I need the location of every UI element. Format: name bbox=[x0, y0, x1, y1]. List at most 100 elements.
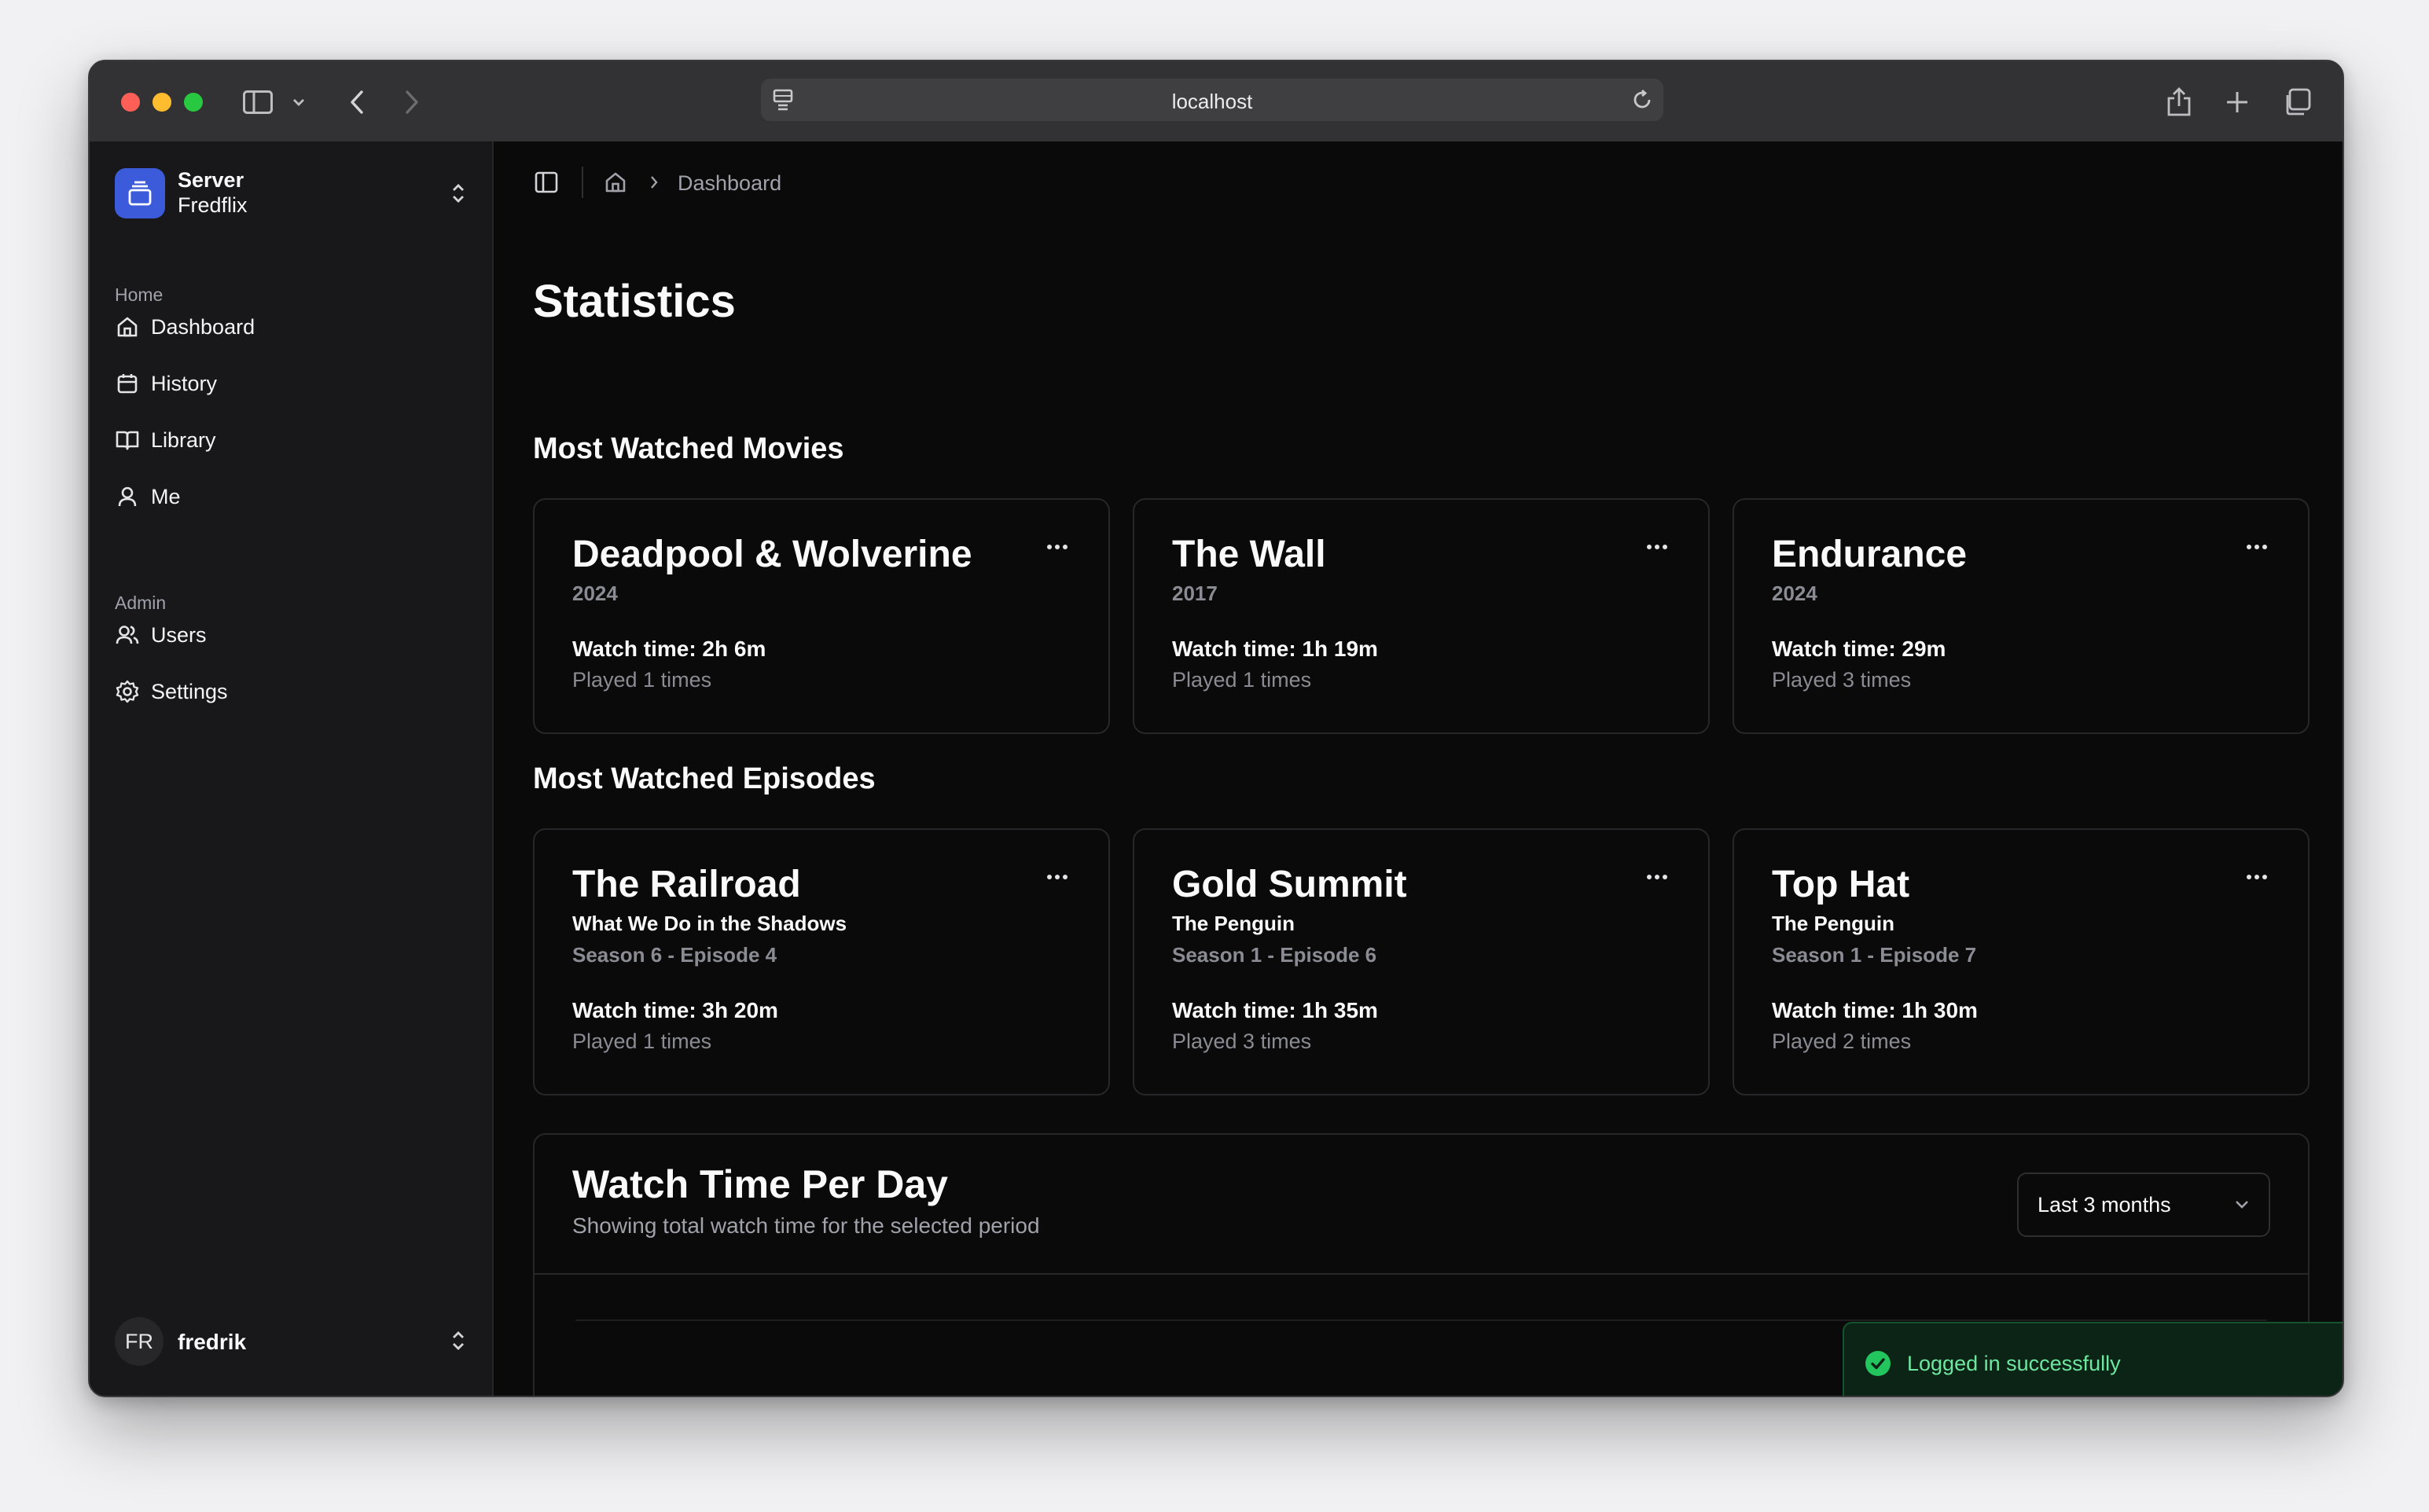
episodes-section-heading: Most Watched Episodes bbox=[533, 762, 876, 795]
nav-group-admin-label: Admin bbox=[115, 593, 167, 613]
user-name: fredrik bbox=[178, 1330, 247, 1354]
movie-title: Endurance bbox=[1772, 534, 1968, 575]
share-icon[interactable] bbox=[2163, 85, 2195, 119]
more-options-icon[interactable] bbox=[2243, 539, 2270, 555]
url-text: localhost bbox=[1171, 90, 1253, 113]
minimize-window-button[interactable] bbox=[153, 93, 171, 112]
sidebar-item-users[interactable]: Users bbox=[112, 611, 467, 659]
server-logo-icon bbox=[115, 168, 165, 218]
sidebar-item-me[interactable]: Me bbox=[112, 473, 467, 520]
movie-year: 2024 bbox=[1772, 582, 1817, 605]
time-range-value: Last 3 months bbox=[2038, 1193, 2171, 1217]
movie-year: 2017 bbox=[1172, 582, 1218, 605]
play-count: Played 2 times bbox=[1772, 1029, 1912, 1053]
calendar-icon bbox=[115, 371, 140, 396]
panel-toggle-icon[interactable] bbox=[533, 170, 560, 195]
user-icon bbox=[115, 484, 140, 509]
series-name: The Penguin bbox=[1172, 912, 1295, 935]
watch-time: Watch time: 3h 20m bbox=[572, 998, 778, 1022]
zoom-window-button[interactable] bbox=[184, 93, 203, 112]
episode-title: Top Hat bbox=[1772, 864, 1910, 905]
sidebar-item-label: Users bbox=[151, 622, 207, 647]
more-options-icon[interactable] bbox=[1644, 869, 1670, 885]
episode-card[interactable]: The Railroad What We Do in the Shadows S… bbox=[533, 828, 1110, 1095]
sidebar-item-history[interactable]: History bbox=[112, 360, 467, 407]
forward-icon[interactable] bbox=[398, 85, 426, 119]
browser-toolbar: localhost bbox=[90, 61, 2343, 141]
episode-number: Season 6 - Episode 4 bbox=[572, 943, 777, 967]
movies-section-heading: Most Watched Movies bbox=[533, 432, 844, 465]
episode-title: Gold Summit bbox=[1172, 864, 1407, 905]
movie-card[interactable]: The Wall 2017 Watch time: 1h 19m Played … bbox=[1133, 498, 1710, 734]
episode-title: The Railroad bbox=[572, 864, 801, 905]
nav-group-home-label: Home bbox=[115, 284, 164, 305]
movie-title: Deadpool & Wolverine bbox=[572, 534, 972, 575]
tab-overview-icon[interactable] bbox=[2281, 85, 2313, 119]
sidebar-item-label: Me bbox=[151, 484, 181, 508]
check-circle-icon bbox=[1865, 1351, 1891, 1376]
movie-year: 2024 bbox=[572, 582, 618, 605]
more-options-icon[interactable] bbox=[1644, 539, 1670, 555]
sidebar-item-dashboard[interactable]: Dashboard bbox=[112, 303, 467, 350]
success-toast: Logged in successfully bbox=[1843, 1322, 2343, 1396]
home-icon bbox=[115, 314, 140, 339]
page-title: Statistics bbox=[533, 276, 736, 327]
sidebar-item-label: Library bbox=[151, 428, 216, 452]
breadcrumb-current: Dashboard bbox=[678, 171, 782, 195]
close-window-button[interactable] bbox=[121, 93, 140, 112]
watch-time: Watch time: 1h 30m bbox=[1772, 998, 1978, 1022]
chart-subtitle: Showing total watch time for the selecte… bbox=[572, 1213, 1040, 1238]
series-name: What We Do in the Shadows bbox=[572, 912, 847, 935]
play-count: Played 1 times bbox=[572, 1029, 712, 1053]
episode-card[interactable]: Top Hat The Penguin Season 1 - Episode 7… bbox=[1733, 828, 2310, 1095]
movie-card[interactable]: Endurance 2024 Watch time: 29m Played 3 … bbox=[1733, 498, 2310, 734]
sidebar-item-label: History bbox=[151, 371, 218, 395]
sidebar-toggle-icon[interactable] bbox=[241, 85, 275, 119]
episode-number: Season 1 - Episode 6 bbox=[1172, 943, 1377, 967]
user-menu[interactable]: FR fredrik bbox=[112, 1312, 473, 1369]
back-icon[interactable] bbox=[343, 85, 371, 119]
gear-icon bbox=[115, 679, 140, 704]
chevron-down-icon[interactable] bbox=[289, 85, 308, 119]
watch-time: Watch time: 1h 35m bbox=[1172, 998, 1378, 1022]
sidebar-item-settings[interactable]: Settings bbox=[112, 668, 467, 715]
chevrons-up-down-icon bbox=[446, 1325, 470, 1356]
reload-icon[interactable] bbox=[1630, 88, 1654, 116]
more-options-icon[interactable] bbox=[1044, 539, 1071, 555]
browser-window: localhost Server Fredflix Home Dashboard… bbox=[88, 60, 2344, 1397]
users-icon bbox=[115, 622, 140, 648]
more-options-icon[interactable] bbox=[2243, 869, 2270, 885]
play-count: Played 1 times bbox=[572, 668, 712, 692]
watch-time: Watch time: 2h 6m bbox=[572, 637, 766, 661]
server-name: Server bbox=[178, 168, 244, 192]
chevron-right-icon bbox=[648, 173, 660, 192]
watch-time: Watch time: 1h 19m bbox=[1172, 637, 1378, 661]
series-name: The Penguin bbox=[1772, 912, 1894, 935]
avatar: FR bbox=[115, 1317, 164, 1366]
sidebar-item-label: Dashboard bbox=[151, 314, 255, 339]
main-content: Dashboard Statistics Most Watched Movies… bbox=[494, 141, 2343, 1396]
sidebar: Server Fredflix Home Dashboard History L… bbox=[90, 141, 494, 1396]
movie-card[interactable]: Deadpool & Wolverine 2024 Watch time: 2h… bbox=[533, 498, 1110, 734]
book-icon bbox=[115, 428, 140, 453]
chevron-down-icon bbox=[2232, 1195, 2251, 1217]
address-bar[interactable]: localhost bbox=[761, 79, 1663, 121]
chart-title: Watch Time Per Day bbox=[572, 1162, 948, 1206]
toast-message: Logged in successfully bbox=[1907, 1352, 2121, 1375]
new-tab-icon[interactable] bbox=[2221, 85, 2253, 119]
divider bbox=[582, 167, 583, 198]
more-options-icon[interactable] bbox=[1044, 869, 1071, 885]
play-count: Played 3 times bbox=[1772, 668, 1912, 692]
sidebar-item-library[interactable]: Library bbox=[112, 417, 467, 464]
server-subtitle: Fredflix bbox=[178, 193, 248, 217]
play-count: Played 1 times bbox=[1172, 668, 1312, 692]
sidebar-item-label: Settings bbox=[151, 679, 228, 703]
home-icon[interactable] bbox=[602, 170, 629, 195]
watch-time: Watch time: 29m bbox=[1772, 637, 1946, 661]
episode-card[interactable]: Gold Summit The Penguin Season 1 - Episo… bbox=[1133, 828, 1710, 1095]
episode-number: Season 1 - Episode 7 bbox=[1772, 943, 1977, 967]
movie-title: The Wall bbox=[1172, 534, 1326, 575]
time-range-select[interactable]: Last 3 months bbox=[2017, 1173, 2270, 1237]
chevrons-up-down-icon bbox=[446, 178, 470, 209]
play-count: Played 3 times bbox=[1172, 1029, 1312, 1053]
